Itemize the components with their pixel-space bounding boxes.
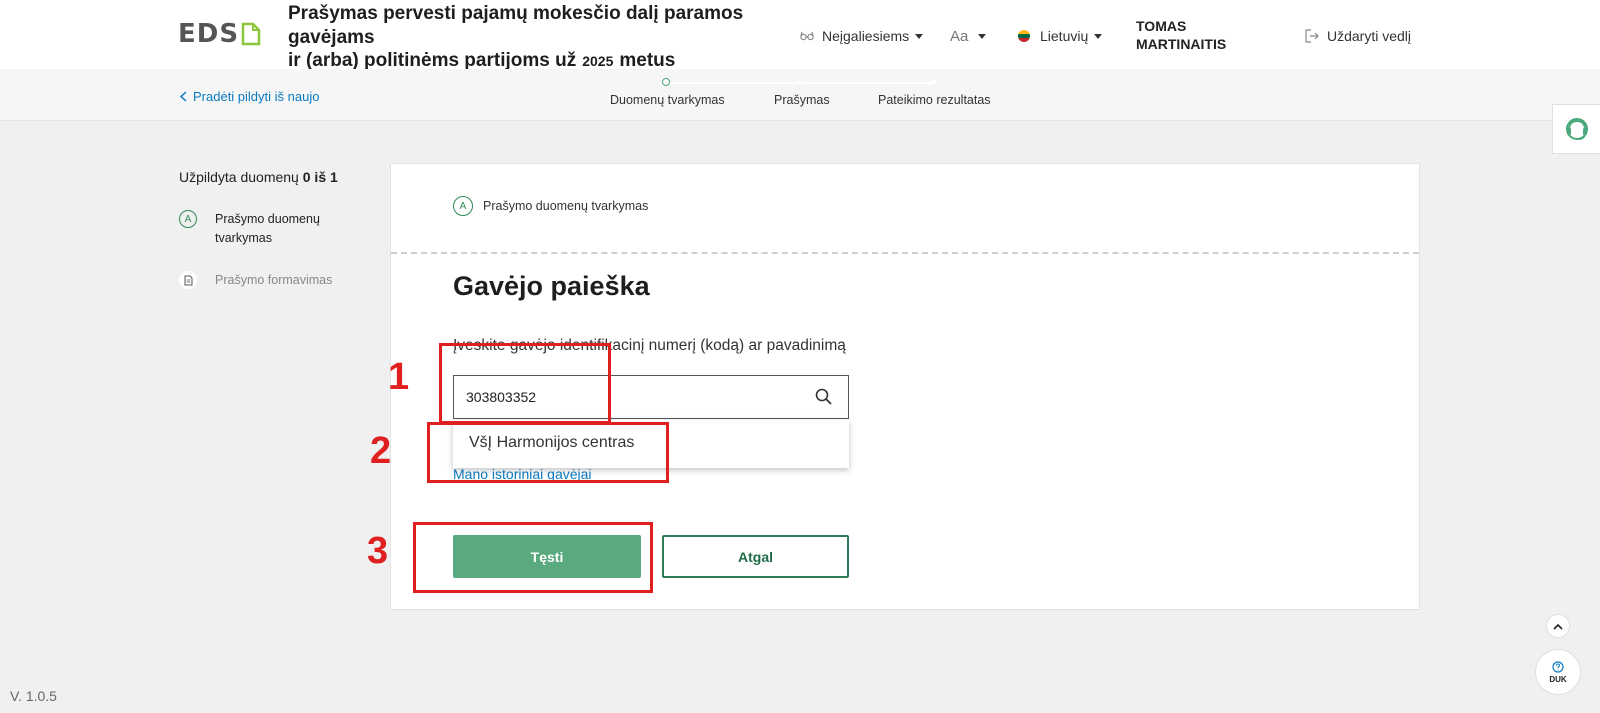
lithuania-flag-icon — [1018, 30, 1030, 42]
headset-icon — [1565, 118, 1588, 140]
help-icon — [1552, 660, 1564, 673]
eds-logo[interactable]: EDS — [178, 20, 261, 48]
close-wizard-button[interactable]: Uždaryti vedlį — [1305, 28, 1411, 44]
document-icon — [179, 271, 197, 289]
chevron-down-icon — [1094, 33, 1103, 39]
card-step: A Prašymo duomenų tvarkymas — [453, 196, 648, 216]
annotation-box-1 — [439, 343, 611, 424]
support-button[interactable] — [1552, 104, 1600, 154]
accessibility-menu[interactable]: Neįgaliesiems — [800, 28, 924, 44]
language-menu[interactable]: Lietuvių — [1018, 28, 1103, 44]
page-title: Prašymas pervesti pajamų mokesčio dalį p… — [288, 3, 744, 71]
step-dot-active — [662, 78, 670, 86]
annotation-number-1: 1 — [388, 356, 410, 398]
exit-icon — [1305, 29, 1319, 43]
app-version: V. 1.0.5 — [10, 688, 57, 704]
annotation-box-2 — [427, 422, 669, 483]
back-button[interactable]: Atgal — [662, 535, 849, 578]
chevron-left-icon — [180, 91, 187, 102]
chevron-up-icon — [1553, 623, 1563, 630]
annotation-number-2: 2 — [370, 430, 392, 472]
sidebar-item-form[interactable]: Prašymo formavimas — [179, 271, 332, 290]
logo-text: EDS — [178, 19, 240, 49]
annotation-number-3: 3 — [367, 530, 389, 572]
user-name: TOMAS MARTINAITIS — [1136, 18, 1227, 52]
progress-summary: Užpildyta duomenų 0 iš 1 — [179, 169, 338, 185]
step-badge: A — [179, 210, 197, 228]
step-data-management: Duomenų tvarkymas — [610, 93, 725, 107]
glasses-icon — [800, 31, 814, 41]
chevron-down-icon — [915, 33, 924, 39]
font-size-menu[interactable]: Aa — [950, 28, 987, 45]
top-bar: EDS Prašymas pervesti pajamų mokesčio da… — [0, 0, 1600, 71]
restart-link[interactable]: Pradėti pildyti iš naujo — [180, 89, 319, 104]
step-application: Prašymas — [774, 93, 830, 107]
section-heading: Gavėjo paieška — [453, 271, 650, 301]
sidebar-item-data-management[interactable]: A Prašymo duomenų tvarkymas — [179, 210, 320, 248]
step-submission-result: Pateikimo rezultatas — [878, 93, 991, 107]
scroll-top-button[interactable] — [1546, 614, 1570, 638]
step-dot — [798, 80, 802, 84]
search-icon[interactable] — [815, 388, 833, 406]
faq-button[interactable]: DUK — [1535, 649, 1581, 695]
annotation-box-3 — [413, 522, 653, 593]
step-badge: A — [453, 196, 473, 216]
step-dot — [932, 80, 936, 84]
document-logo-icon — [241, 22, 261, 46]
card-header: A Prašymo duomenų tvarkymas — [391, 164, 1419, 254]
chevron-down-icon — [978, 34, 987, 39]
stepper-bar: Pradėti pildyti iš naujo Duomenų tvarkym… — [0, 69, 1600, 121]
